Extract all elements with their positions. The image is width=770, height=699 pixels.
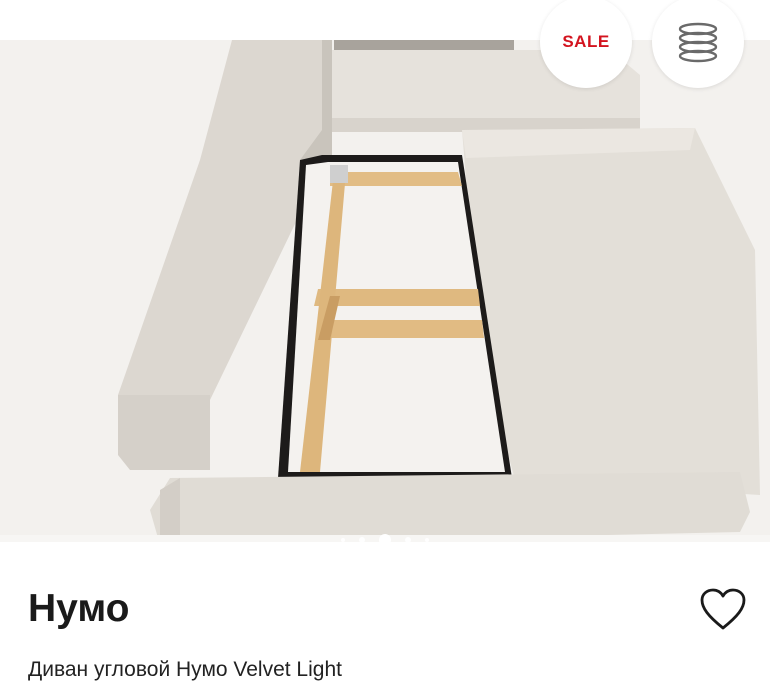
sofa-illustration [0,40,770,542]
sale-badge[interactable]: SALE [540,0,632,88]
gallery-dot[interactable] [405,537,411,542]
gallery-dot[interactable] [341,538,345,542]
favorite-button[interactable] [698,586,748,632]
sale-badge-label: SALE [562,32,610,51]
gallery-dot[interactable] [359,537,365,542]
product-description: Диван угловой Нумо Velvet Light [28,658,342,681]
gallery-dot-active[interactable] [379,534,391,542]
mechanism-badge[interactable] [652,0,744,88]
product-title: Нумо [28,587,130,630]
spring-mechanism-icon [678,22,718,63]
gallery-dot[interactable] [425,538,429,542]
gallery-pagination[interactable] [330,531,440,542]
heart-outline-icon [700,588,746,630]
product-image[interactable] [0,40,770,542]
